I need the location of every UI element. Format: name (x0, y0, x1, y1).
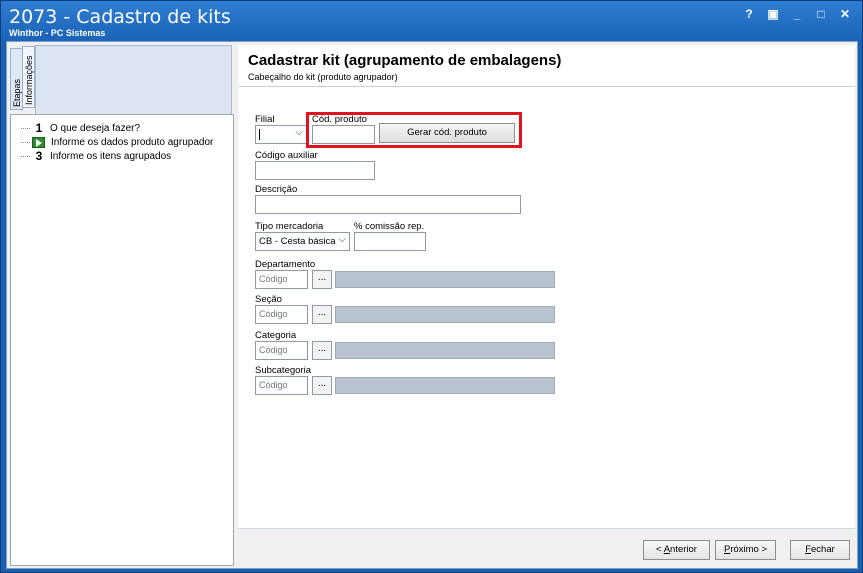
categoria-lookup-button[interactable]: ... (312, 341, 332, 360)
comissao-input[interactable] (354, 232, 426, 251)
step-number: 3 (35, 149, 43, 163)
step-label: Informe os itens agrupados (50, 150, 172, 162)
vertical-tabs: Etapas Informações (7, 42, 35, 112)
anterior-prefix: < (656, 544, 664, 555)
descricao-input[interactable] (255, 195, 521, 214)
help-icon[interactable]: ? (742, 7, 756, 21)
subcategoria-code-input[interactable]: Código (255, 376, 308, 395)
filial-select[interactable]: ⌵ (255, 125, 307, 144)
filial-label: Filial (255, 114, 275, 125)
codigo-auxiliar-input[interactable] (255, 161, 375, 180)
title-bar: 2073 - Cadastro de kits Winthor - PC Sis… (1, 1, 862, 41)
step-3[interactable]: 3 Informe os itens agrupados (21, 149, 171, 163)
tab-informacoes-label: Informações (24, 55, 34, 105)
anterior-rest: nterior (670, 544, 697, 555)
restore-panel-icon[interactable]: ▣ (766, 7, 780, 21)
departamento-code-input[interactable]: Código (255, 270, 308, 289)
page-subtitle: Cabeçalho do kit (produto agrupador) (248, 72, 398, 82)
tree-connector (21, 141, 30, 143)
fechar-rest: echar (811, 544, 835, 555)
chevron-down-icon: ⌵ (295, 127, 303, 138)
window-controls: ? ▣ _ □ ✕ (742, 7, 852, 21)
step-number: 1 (35, 121, 43, 135)
window-subtitle: Winthor - PC Sistemas (9, 28, 106, 38)
secao-description (335, 306, 555, 323)
step-label: Informe os dados produto agrupador (51, 136, 214, 148)
steps-panel: 1 O que deseja fazer? Informe os dados p… (10, 114, 234, 566)
tab-etapas-label: Etapas (12, 78, 22, 107)
departamento-description (335, 271, 555, 288)
categoria-label: Categoria (255, 330, 297, 341)
wizard-footer: < Anterior Próximo > Fechar (238, 528, 855, 566)
codigo-auxiliar-label: Código auxiliar (255, 150, 318, 161)
fechar-button[interactable]: Fechar (790, 540, 850, 560)
categoria-description (335, 342, 555, 359)
step-label: O que deseja fazer? (50, 122, 141, 134)
categoria-code-input[interactable]: Código (255, 341, 308, 360)
subcategoria-label: Subcategoria (255, 365, 311, 376)
step-2[interactable]: Informe os dados produto agrupador (21, 135, 213, 149)
left-header-panel (35, 45, 232, 115)
text-cursor (259, 129, 260, 140)
form-area: Filial ⌵ Cód. produto Gerar cód. produto… (238, 87, 855, 528)
subcategoria-lookup-button[interactable]: ... (312, 376, 332, 395)
current-step-arrow-icon (32, 136, 45, 148)
chevron-down-icon: ⌵ (338, 234, 346, 245)
departamento-label: Departamento (255, 259, 316, 270)
highlight-box (306, 112, 522, 148)
secao-code-input[interactable]: Código (255, 305, 308, 324)
tree-connector (21, 127, 30, 129)
window-title: 2073 - Cadastro de kits (9, 6, 231, 28)
minimize-icon[interactable]: _ (790, 7, 804, 21)
app-window: 2073 - Cadastro de kits Winthor - PC Sis… (0, 0, 863, 573)
tab-informacoes[interactable]: Informações (22, 46, 35, 108)
proximo-rest: róximo > (730, 544, 768, 555)
departamento-lookup-button[interactable]: ... (312, 270, 332, 289)
proximo-button[interactable]: Próximo > (715, 540, 776, 560)
secao-label: Seção (255, 294, 282, 305)
tree-connector (21, 155, 30, 157)
comissao-label: % comissão rep. (354, 221, 425, 232)
close-icon[interactable]: ✕ (838, 7, 852, 21)
descricao-label: Descrição (255, 184, 298, 195)
subcategoria-description (335, 377, 555, 394)
tipo-mercadoria-label: Tipo mercadoria (255, 221, 324, 232)
main-header: Cadastrar kit (agrupamento de embalagens… (238, 45, 855, 87)
anterior-button[interactable]: < Anterior (643, 540, 710, 560)
client-area: Etapas Informações 1 O que deseja fazer?… (6, 41, 858, 569)
maximize-icon[interactable]: □ (814, 7, 828, 21)
tipo-mercadoria-select[interactable]: CB - Cesta básica ⌵ (255, 232, 350, 251)
secao-lookup-button[interactable]: ... (312, 305, 332, 324)
step-1[interactable]: 1 O que deseja fazer? (21, 121, 140, 135)
page-title: Cadastrar kit (agrupamento de embalagens… (248, 52, 562, 69)
tipo-mercadoria-value: CB - Cesta básica (259, 236, 336, 247)
